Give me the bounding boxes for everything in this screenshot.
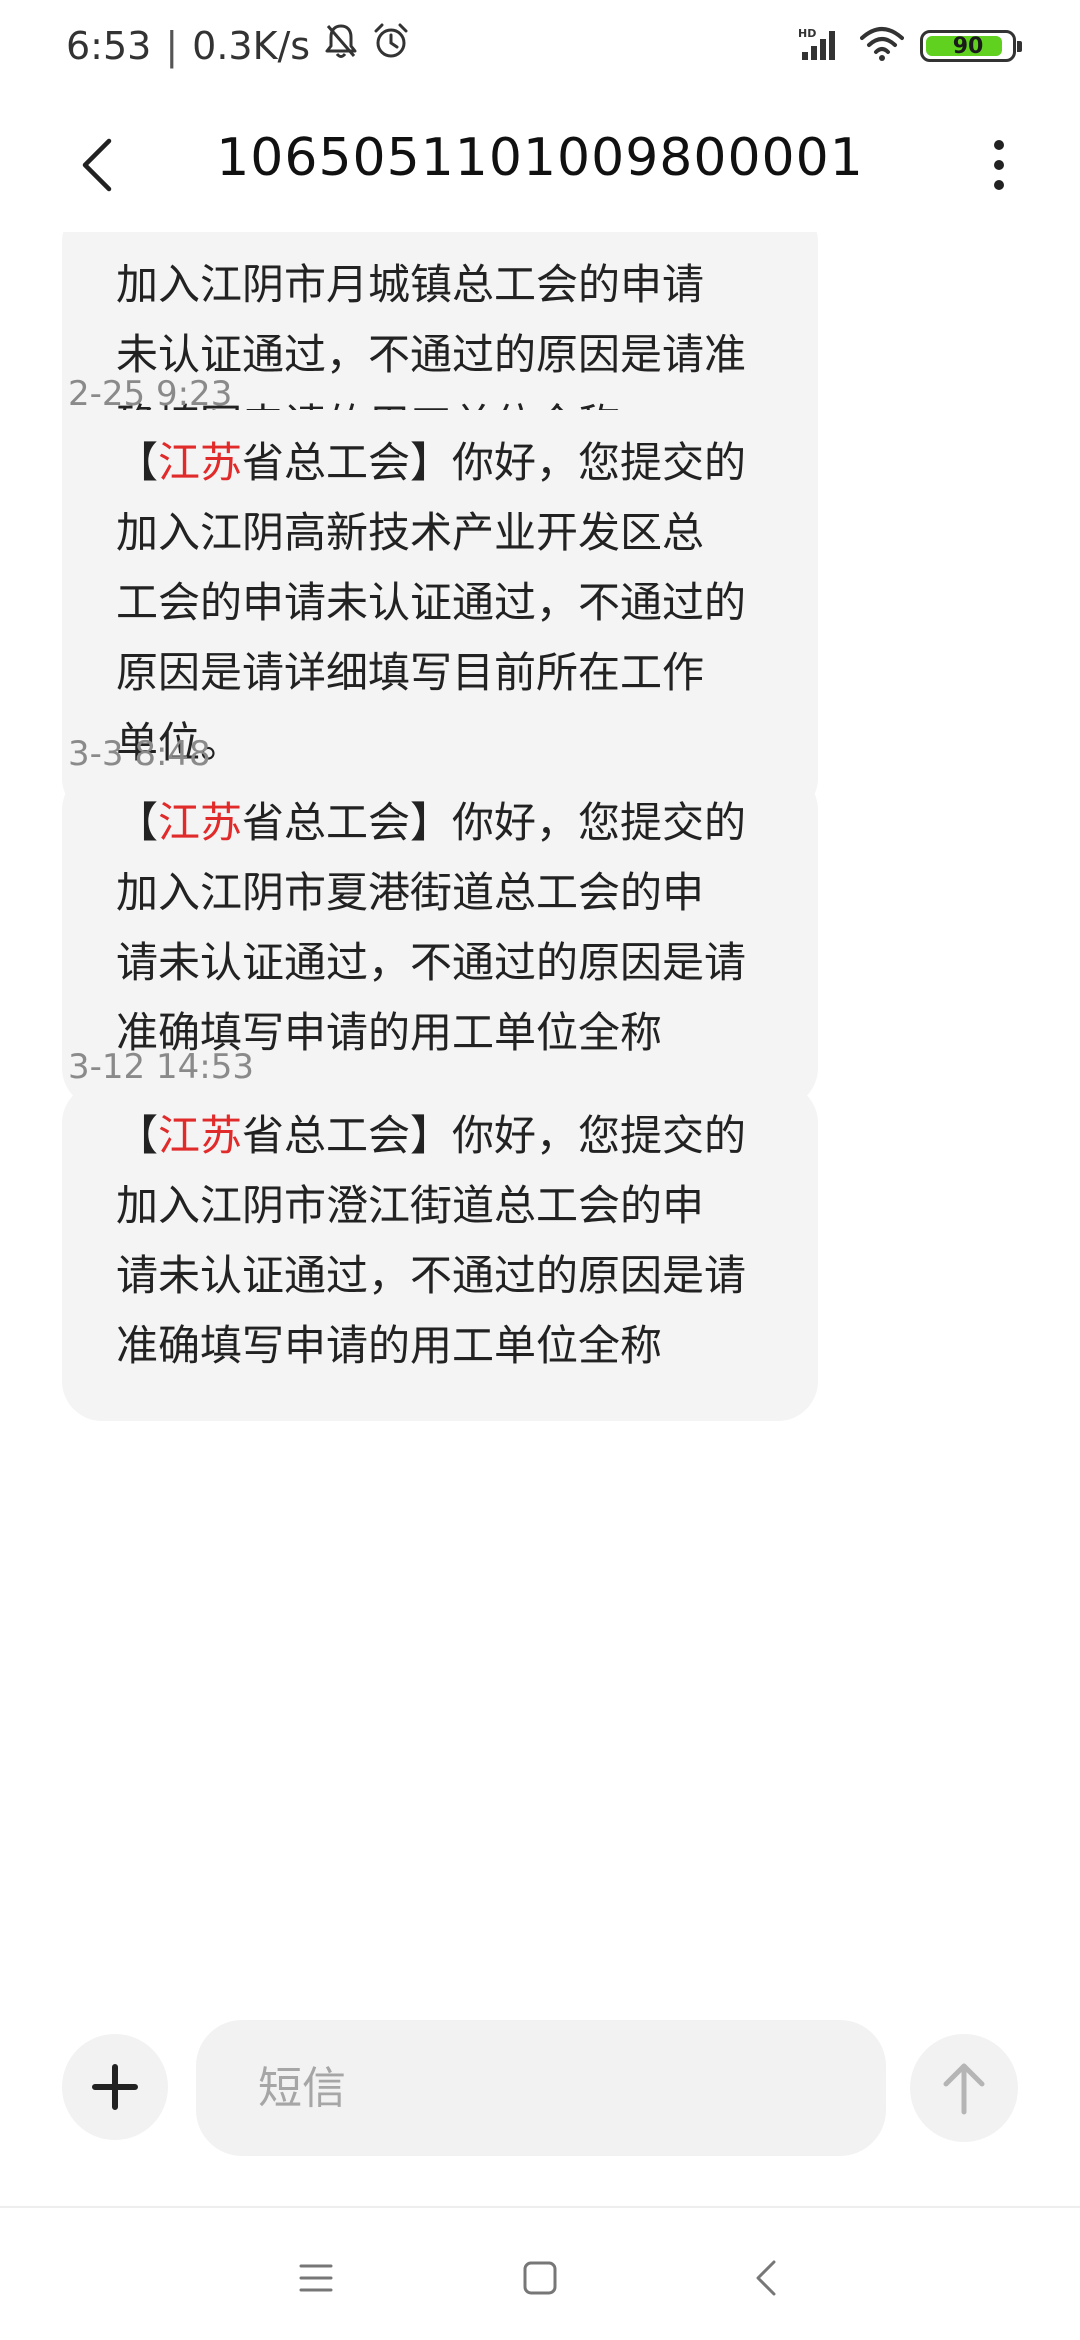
battery-icon: 90 xyxy=(920,30,1022,62)
message-text: 【 xyxy=(116,798,159,847)
message-line: 加入江阴市澄江街道总工会的申 xyxy=(116,1171,766,1241)
message-text: 工会的申请未认证通过，不通过的 xyxy=(116,578,747,627)
message-composer xyxy=(0,2010,1080,2160)
message-line: 请未认证通过，不通过的原因是请 xyxy=(116,1241,766,1311)
message-line: 【江苏省总工会】你好，您提交的 xyxy=(116,428,766,498)
message-text: 省总工会】你好，您提交的 xyxy=(242,1111,747,1160)
add-attachment-button[interactable] xyxy=(62,2034,168,2140)
message-text: 省总工会】你好，您提交的 xyxy=(242,438,747,487)
message-line: 加入江阴高新技术产业开发区总 xyxy=(116,498,766,568)
plus-icon xyxy=(92,2064,138,2110)
message-text: 加入江阴高新技术产业开发区总 xyxy=(116,508,705,557)
back-triangle-icon xyxy=(756,2260,776,2296)
battery-cap xyxy=(1017,41,1022,52)
message-text: 请未认证通过，不通过的原因是请 xyxy=(116,1251,747,1300)
message-text: 未认证通过，不通过的原因是请准 xyxy=(116,330,747,379)
message-bubble[interactable]: 【江苏省总工会】你好，您提交的加入江阴市澄江街道总工会的申 请未认证通过，不通过的… xyxy=(62,1083,818,1421)
message-highlight-text: 江苏 xyxy=(158,438,243,487)
sms-conversation-screen: 6:53 | 0.3K/s HD 90 1065051101009800001 … xyxy=(0,0,1080,2340)
recents-button[interactable] xyxy=(276,2238,356,2318)
message-text: 原因是请详细填写目前所在工作 xyxy=(116,648,705,697)
message-input[interactable] xyxy=(256,2061,886,2115)
message-line: 准确填写申请的用工单位全称 xyxy=(116,1311,766,1381)
conversation-header: 1065051101009800001 xyxy=(0,100,1080,230)
more-options-button[interactable] xyxy=(954,120,1044,210)
message-line: 加入江阴市月城镇总工会的申请 xyxy=(116,250,766,320)
message-text: 【 xyxy=(116,438,159,487)
message-thread[interactable]: 加入江阴市月城镇总工会的申请未认证通过，不通过的原因是请准确填写申请的用工单位全… xyxy=(0,232,1080,1997)
message-text: 准确填写申请的用工单位全称 xyxy=(116,1321,663,1370)
arrow-up-icon xyxy=(943,2063,985,2115)
message-highlight-text: 江苏 xyxy=(158,798,243,847)
bell-off-icon xyxy=(324,22,358,69)
message-text: 加入江阴市澄江街道总工会的申 xyxy=(116,1181,705,1230)
status-separator: | xyxy=(165,23,179,68)
message-text: 请未认证通过，不通过的原因是请 xyxy=(116,938,747,987)
status-right: HD 90 xyxy=(798,26,1022,66)
message-line: 请未认证通过，不通过的原因是请 xyxy=(116,928,766,998)
message-highlight-text: 江苏 xyxy=(158,1111,243,1160)
contact-title: 1065051101009800001 xyxy=(216,128,864,188)
message-text: 加入江阴市月城镇总工会的申请 xyxy=(116,260,705,309)
message-line: 原因是请详细填写目前所在工作 xyxy=(116,638,766,708)
message-text: 【 xyxy=(116,1111,159,1160)
menu-icon xyxy=(299,2264,333,2292)
message-timestamp: 3-3 8:48 xyxy=(68,734,211,774)
status-time: 6:53 xyxy=(66,23,152,68)
more-vertical-icon xyxy=(994,140,1004,190)
system-back-button[interactable] xyxy=(726,2238,806,2318)
message-line: 加入江阴市夏港街道总工会的申 xyxy=(116,858,766,928)
message-line: 【江苏省总工会】你好，您提交的 xyxy=(116,1101,766,1171)
network-badge-text: HD xyxy=(798,27,816,40)
home-button[interactable] xyxy=(500,2238,580,2318)
system-navigation-bar xyxy=(0,2206,1080,2340)
message-line: 工会的申请未认证通过，不通过的 xyxy=(116,568,766,638)
message-input-box[interactable] xyxy=(196,2020,886,2156)
message-text: 加入江阴市夏港街道总工会的申 xyxy=(116,868,705,917)
hd-signal-icon: HD xyxy=(798,26,844,66)
message-timestamp: 2-25 9:23 xyxy=(68,374,233,414)
message-text: 省总工会】你好，您提交的 xyxy=(242,798,747,847)
message-timestamp: 3-12 14:53 xyxy=(68,1047,254,1087)
network-speed: 0.3K/s xyxy=(192,23,311,68)
send-button[interactable] xyxy=(910,2034,1018,2142)
battery-level: 90 xyxy=(952,33,984,59)
wifi-icon xyxy=(860,26,904,66)
home-square-icon xyxy=(523,2261,557,2295)
alarm-icon xyxy=(372,22,410,69)
message-line: 单位。 xyxy=(116,708,766,778)
status-left: 6:53 | 0.3K/s xyxy=(66,22,410,69)
status-bar: 6:53 | 0.3K/s HD 90 xyxy=(0,0,1080,96)
message-line: 【江苏省总工会】你好，您提交的 xyxy=(116,788,766,858)
